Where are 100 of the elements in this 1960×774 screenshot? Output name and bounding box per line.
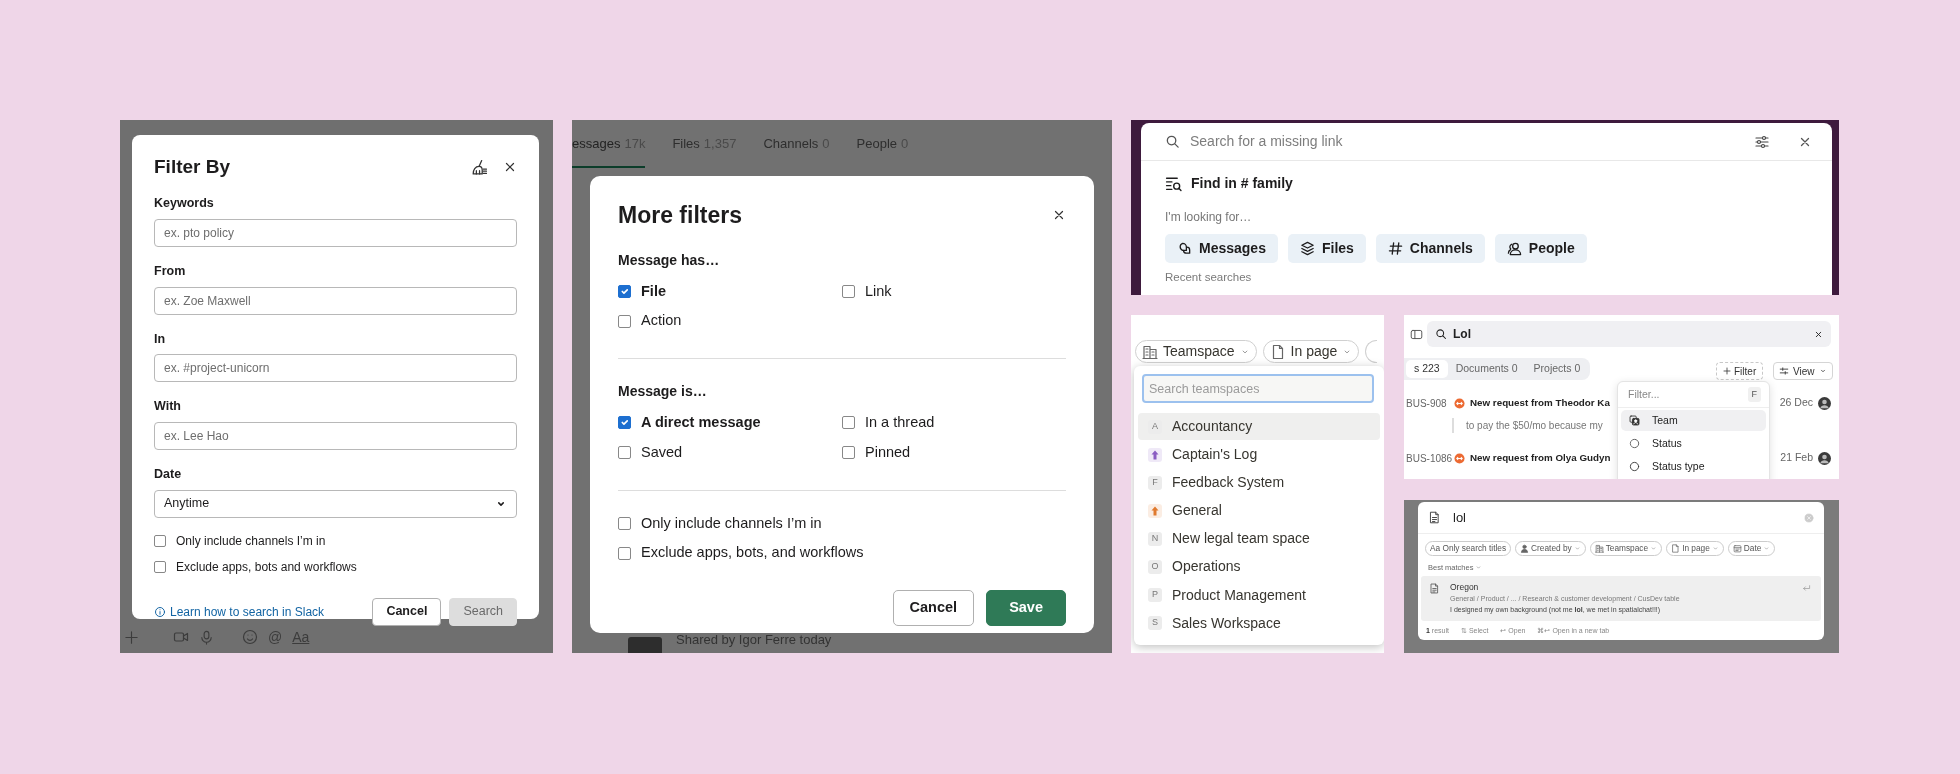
filter-chip[interactable]: In page: [1262, 340, 1360, 363]
search-icon: [1435, 328, 1447, 340]
menu-item-label: Sales Workspace: [1172, 613, 1281, 633]
avatar-icon: [1818, 396, 1831, 410]
sliders-icon: [1779, 366, 1789, 376]
text-field[interactable]: ex. Zoe Maxwell: [154, 286, 517, 315]
checkbox[interactable]: [154, 534, 166, 547]
file-thumbnail: [628, 637, 662, 653]
filter-chip[interactable]: Teamspace: [1589, 541, 1663, 556]
sidebar-toggle-icon[interactable]: [1410, 328, 1423, 341]
close-icon[interactable]: [503, 160, 517, 174]
menu-item-label: General: [1172, 501, 1222, 521]
info-icon: [154, 605, 166, 618]
checkbox[interactable]: [618, 516, 631, 530]
menu-item[interactable]: F Feedback System: [1138, 469, 1380, 497]
menu-item[interactable]: General: [1138, 497, 1380, 525]
cancel-button[interactable]: Cancel: [372, 597, 442, 626]
video-icon[interactable]: [173, 629, 189, 645]
search-field[interactable]: Search teamspaces: [1142, 374, 1374, 403]
tab[interactable]: Documents 0: [1447, 360, 1526, 378]
filter-button[interactable]: Filter: [1716, 362, 1764, 380]
section-heading: Message is…: [618, 382, 708, 402]
checkbox[interactable]: [842, 416, 855, 430]
filter-chip[interactable]: Teamspace: [1135, 340, 1257, 363]
emoji-icon[interactable]: [242, 629, 258, 645]
date-dropdown[interactable]: Anytime: [154, 489, 517, 518]
checkbox[interactable]: [618, 446, 631, 460]
menu-item[interactable]: Status type: [1621, 456, 1766, 477]
people-icon: [1506, 241, 1522, 256]
close-icon[interactable]: [1814, 329, 1823, 339]
issue-title: New request from Theodor Ka: [1470, 395, 1610, 410]
letter-badge: F: [1148, 475, 1162, 490]
filter-chip[interactable]: Messages: [1165, 234, 1278, 263]
view-button[interactable]: View: [1773, 362, 1833, 380]
filter-chip[interactable]: Created by: [1515, 541, 1586, 556]
search-icon: [1165, 134, 1180, 149]
filter-chip[interactable]: Files: [1287, 234, 1366, 263]
result-title: Oregon: [1450, 582, 1480, 594]
menu-item[interactable]: O Operations: [1138, 553, 1380, 581]
hash-icon: [1387, 241, 1403, 256]
field-label: From: [154, 262, 187, 280]
scope-label: Find in # family: [1191, 174, 1293, 193]
checkbox-label: Link: [865, 281, 892, 301]
tab[interactable]: Projects 0: [1525, 360, 1589, 378]
sliders-icon[interactable]: [1754, 133, 1770, 150]
checkbox-label: Pinned: [865, 442, 911, 462]
menu-item[interactable]: Captain's Log: [1138, 441, 1380, 469]
checkbox[interactable]: [618, 546, 631, 560]
avatar-icon: [1818, 451, 1831, 465]
document-icon: [1428, 511, 1441, 524]
tab[interactable]: s 223: [1406, 360, 1448, 378]
menu-item[interactable]: A Accountancy: [1138, 413, 1380, 440]
close-icon[interactable]: [1052, 208, 1066, 222]
shared-note: Shared by Igor Ferre today: [676, 630, 832, 649]
checkbox-label: Only include channels I’m in: [176, 532, 326, 550]
save-button[interactable]: Save: [986, 590, 1066, 627]
search-query[interactable]: lol: [1453, 507, 1792, 528]
checkbox[interactable]: [154, 560, 166, 573]
plus-icon[interactable]: [124, 629, 139, 645]
request-icon: [1454, 452, 1465, 464]
letter-badge: N: [1148, 531, 1162, 546]
help-link[interactable]: Learn how to search in Slack: [154, 602, 325, 621]
layers-icon: [1299, 241, 1315, 256]
text-field[interactable]: ex. #project-unicorn: [154, 354, 517, 383]
filter-chip[interactable]: People: [1494, 234, 1587, 263]
filter-chip[interactable]: Date: [1727, 541, 1776, 556]
dialog-title: Filter By: [154, 155, 231, 179]
checkbox[interactable]: [618, 284, 631, 298]
menu-item[interactable]: S Sales Workspace: [1138, 609, 1380, 637]
issue-title: New request from Olya Gudyn: [1470, 450, 1611, 465]
filter-field[interactable]: Filter...: [1628, 386, 1728, 403]
filter-chip[interactable]: Channels: [1375, 234, 1485, 263]
find-in-icon: [1165, 175, 1182, 192]
checkbox[interactable]: [618, 416, 631, 430]
menu-item-label: Feedback System: [1172, 473, 1285, 493]
text-field[interactable]: ex. Lee Hao: [154, 422, 517, 450]
cancel-button[interactable]: Cancel: [892, 590, 975, 627]
request-icon: [1454, 397, 1465, 409]
menu-item-label: Captain's Log: [1172, 445, 1258, 465]
field-label: Keywords: [154, 195, 215, 212]
checkbox[interactable]: [842, 284, 855, 298]
text-field[interactable]: ex. pto policy: [154, 218, 517, 247]
search-field[interactable]: Lol: [1427, 321, 1831, 347]
menu-item-label: Operations: [1172, 557, 1241, 577]
letter-badge: P: [1148, 588, 1162, 603]
letter-badge: S: [1148, 616, 1162, 631]
field-label: Date: [154, 466, 183, 483]
broom-icon[interactable]: [470, 158, 487, 176]
menu-item[interactable]: N New legal team space: [1138, 525, 1380, 553]
menu-item[interactable]: Team: [1621, 410, 1766, 431]
chat-bubbles-icon: [1177, 241, 1192, 256]
menu-item[interactable]: P Product Management: [1138, 581, 1380, 609]
checkbox[interactable]: [618, 314, 631, 328]
filter-chip[interactable]: Aa Only search titles: [1425, 541, 1512, 556]
filter-chip[interactable]: In page: [1666, 541, 1724, 556]
checkbox-label: Only include channels I’m in: [641, 513, 822, 533]
section-heading: Message has…: [618, 250, 721, 270]
menu-item[interactable]: Status: [1621, 433, 1766, 454]
microphone-icon[interactable]: [199, 629, 214, 645]
checkbox[interactable]: [842, 446, 855, 460]
